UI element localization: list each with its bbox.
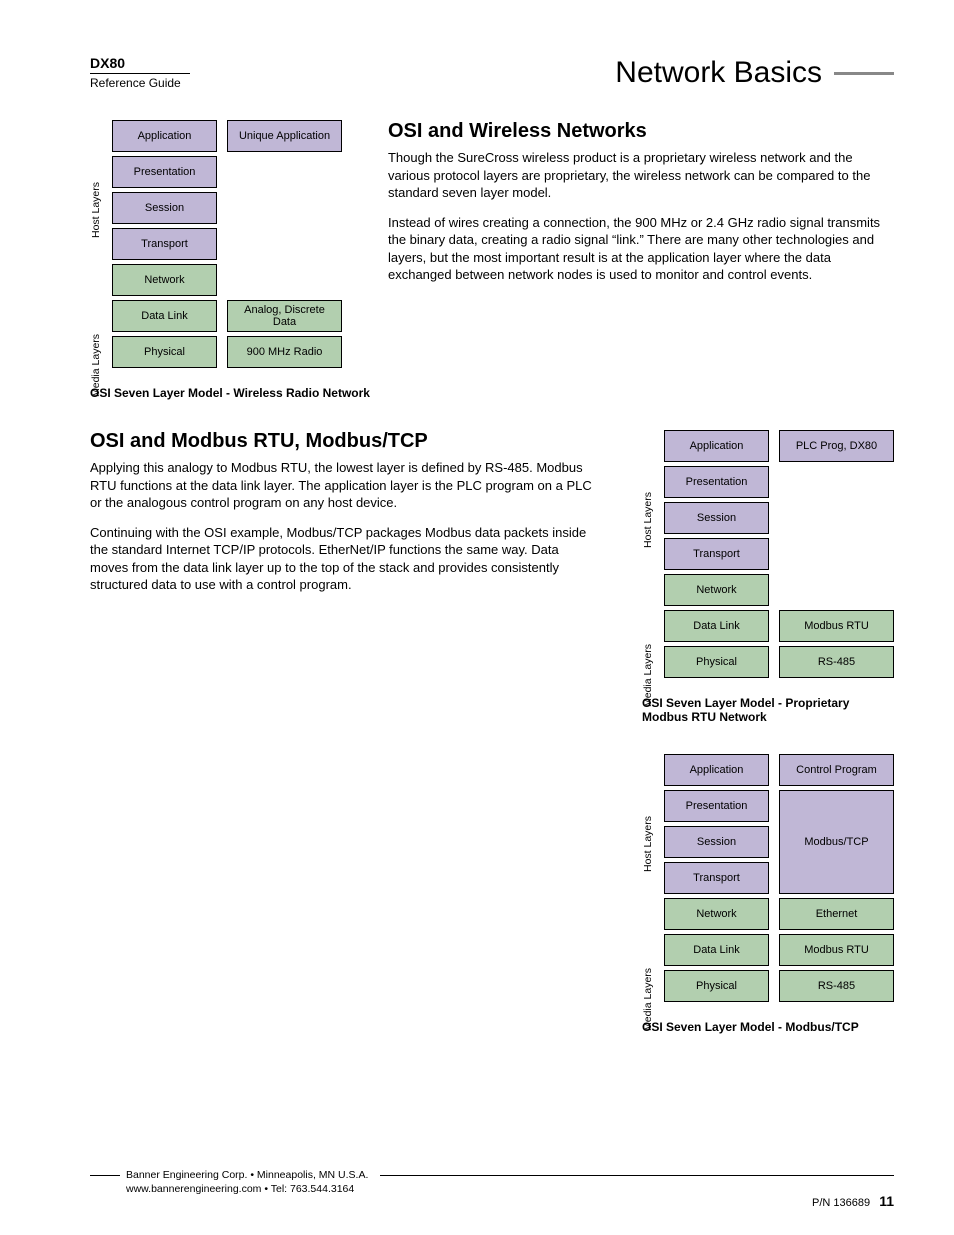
osi-physical: Physical — [112, 336, 217, 368]
map-rs485: RS-485 — [779, 970, 894, 1002]
osi-physical: Physical — [664, 970, 769, 1002]
osi-physical: Physical — [664, 646, 769, 678]
page-header: DX80 Reference Guide Network Basics — [90, 55, 894, 90]
map-rs485: RS-485 — [779, 646, 894, 678]
osi-transport: Transport — [112, 228, 217, 260]
footer-company: Banner Engineering Corp. • Minneapolis, … — [126, 1169, 368, 1181]
map-empty — [227, 156, 342, 188]
osi-presentation: Presentation — [664, 466, 769, 498]
page-title: Network Basics — [615, 56, 822, 90]
map-ethernet: Ethernet — [779, 898, 894, 930]
osi-transport: Transport — [664, 862, 769, 894]
osi-application: Application — [664, 754, 769, 786]
osi-network: Network — [112, 264, 217, 296]
diagram3-caption: OSI Seven Layer Model - Modbus/TCP — [642, 1020, 894, 1034]
map-empty — [227, 228, 342, 260]
reference-guide-label: Reference Guide — [90, 76, 190, 90]
osi-datalink: Data Link — [664, 934, 769, 966]
map-modbus-tcp: Modbus/TCP — [779, 790, 894, 894]
diagram2-caption: OSI Seven Layer Model - Proprietary Modb… — [642, 696, 882, 724]
map-analog-data: Analog, Discrete Data — [227, 300, 342, 332]
footer-contact: www.bannerengineering.com • Tel: 763.544… — [126, 1183, 894, 1195]
osi-application: Application — [112, 120, 217, 152]
media-layers-label: Media Layers — [642, 949, 654, 1049]
footer-rule-left — [90, 1175, 120, 1176]
diagram-modbus-tcp: Host Layers Media Layers Application Pre… — [642, 754, 894, 1034]
media-layers-label: Media Layers — [642, 625, 654, 725]
title-rule — [834, 72, 894, 75]
diagram1-caption: OSI Seven Layer Model - Wireless Radio N… — [90, 386, 370, 400]
osi-datalink: Data Link — [664, 610, 769, 642]
section-wireless: OSI and Wireless Networks Though the Sur… — [388, 120, 894, 400]
map-plc-prog: PLC Prog, DX80 — [779, 430, 894, 462]
osi-network: Network — [664, 898, 769, 930]
osi-session: Session — [112, 192, 217, 224]
part-number: P/N 136689 — [812, 1197, 870, 1209]
diagram-wireless: Host Layers Media Layers Application Pre… — [90, 120, 370, 400]
diagram-modbus-rtu: Host Layers Media Layers Application Pre… — [642, 430, 894, 724]
osi-application: Application — [664, 430, 769, 462]
modbus-para1: Applying this analogy to Modbus RTU, the… — [90, 459, 600, 512]
host-layers-label: Host Layers — [90, 150, 102, 270]
modbus-para2: Continuing with the OSI example, Modbus/… — [90, 524, 600, 594]
osi-session: Session — [664, 502, 769, 534]
map-modbus-rtu: Modbus RTU — [779, 610, 894, 642]
map-empty — [779, 466, 894, 498]
map-empty — [779, 502, 894, 534]
map-unique-app: Unique Application — [227, 120, 342, 152]
map-empty — [779, 538, 894, 570]
host-layers-label: Host Layers — [642, 784, 654, 904]
map-empty — [227, 264, 342, 296]
product-code: DX80 — [90, 55, 190, 71]
heading-wireless: OSI and Wireless Networks — [388, 120, 894, 143]
osi-session: Session — [664, 826, 769, 858]
osi-presentation: Presentation — [664, 790, 769, 822]
page-footer: Banner Engineering Corp. • Minneapolis, … — [90, 1169, 894, 1195]
map-control-program: Control Program — [779, 754, 894, 786]
heading-modbus: OSI and Modbus RTU, Modbus/TCP — [90, 430, 600, 453]
host-layers-label: Host Layers — [642, 460, 654, 580]
map-900mhz: 900 MHz Radio — [227, 336, 342, 368]
osi-presentation: Presentation — [112, 156, 217, 188]
wireless-para1: Though the SureCross wireless product is… — [388, 149, 894, 202]
osi-datalink: Data Link — [112, 300, 217, 332]
map-empty — [227, 192, 342, 224]
header-right: Network Basics — [615, 56, 894, 90]
section-modbus: OSI and Modbus RTU, Modbus/TCP Applying … — [90, 430, 600, 724]
page-number: 11 — [879, 1193, 894, 1209]
osi-transport: Transport — [664, 538, 769, 570]
header-left: DX80 Reference Guide — [90, 55, 190, 90]
media-layers-label: Media Layers — [90, 315, 102, 415]
wireless-para2: Instead of wires creating a connection, … — [388, 214, 894, 284]
osi-network: Network — [664, 574, 769, 606]
map-empty — [779, 574, 894, 606]
map-modbus-rtu: Modbus RTU — [779, 934, 894, 966]
footer-rule-right — [380, 1175, 894, 1176]
